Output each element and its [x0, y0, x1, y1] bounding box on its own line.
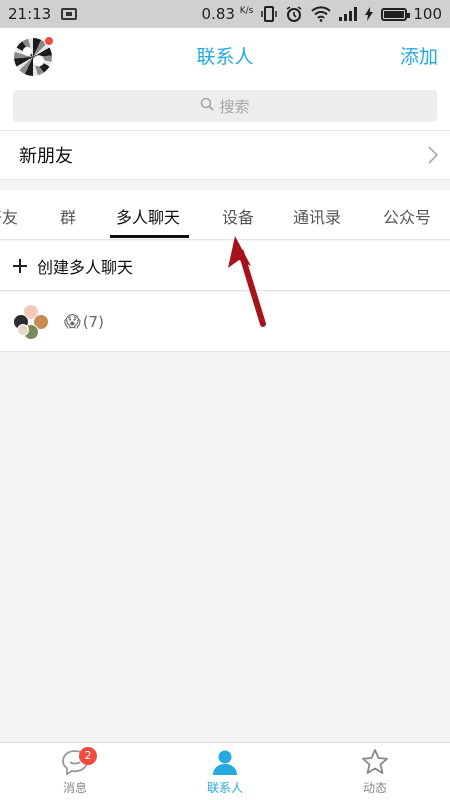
- nav-moments-label: 动态: [362, 781, 387, 795]
- group-member-count: (7): [82, 312, 104, 331]
- person-icon: [213, 750, 237, 775]
- nav-messages[interactable]: 2 消息: [35, 747, 115, 796]
- scream-emoji-icon: 😱: [64, 312, 81, 331]
- wifi-icon: [311, 6, 332, 22]
- new-friends-row[interactable]: 新朋友: [0, 130, 450, 180]
- status-bar: 21:13 0.83 K/s 100: [0, 0, 450, 28]
- plus-icon: [13, 258, 27, 273]
- tab-address-book[interactable]: 通讯录: [293, 204, 341, 228]
- tab-friends[interactable]: 好友: [0, 204, 18, 228]
- add-button[interactable]: 添加: [400, 42, 438, 69]
- battery-level: 100: [413, 5, 442, 23]
- search-bar-container: 搜索: [0, 84, 450, 130]
- nav-contacts-label: 联系人: [206, 781, 243, 795]
- star-icon: [362, 749, 388, 774]
- chevron-right-icon: [428, 146, 439, 169]
- group-avatar: [13, 304, 49, 340]
- vibrate-icon: [261, 6, 278, 22]
- tab-groups[interactable]: 群: [60, 204, 76, 228]
- active-tab-indicator: [110, 235, 189, 238]
- tab-devices[interactable]: 设备: [222, 204, 254, 228]
- alarm-icon: [285, 5, 303, 23]
- nav-moments[interactable]: 动态: [335, 747, 415, 796]
- notification-icon: [61, 8, 78, 20]
- battery-icon: [381, 7, 411, 21]
- tab-official-accounts[interactable]: 公众号: [383, 204, 431, 228]
- header: 联系人 添加: [0, 28, 450, 84]
- search-placeholder: 搜索: [219, 97, 250, 116]
- page-title: 联系人: [196, 46, 254, 68]
- search-icon: [200, 97, 219, 115]
- bottom-nav: 2 消息 联系人 动态: [0, 742, 450, 800]
- search-input[interactable]: 搜索: [13, 90, 437, 122]
- annotation-arrow-icon: [228, 236, 266, 327]
- new-friends-label: 新朋友: [19, 146, 73, 167]
- status-time: 21:13: [8, 5, 52, 23]
- tab-multi-chat[interactable]: 多人聊天: [116, 204, 180, 228]
- charging-icon: [365, 7, 374, 21]
- unread-badge: 2: [79, 747, 97, 765]
- signal-icon: [339, 7, 358, 21]
- create-group-chat-label: 创建多人聊天: [37, 257, 134, 277]
- nav-messages-label: 消息: [62, 781, 87, 795]
- network-speed: 0.83 K/s: [201, 5, 254, 23]
- group-name: 😱 (7): [64, 312, 104, 331]
- nav-contacts[interactable]: 联系人: [185, 747, 265, 796]
